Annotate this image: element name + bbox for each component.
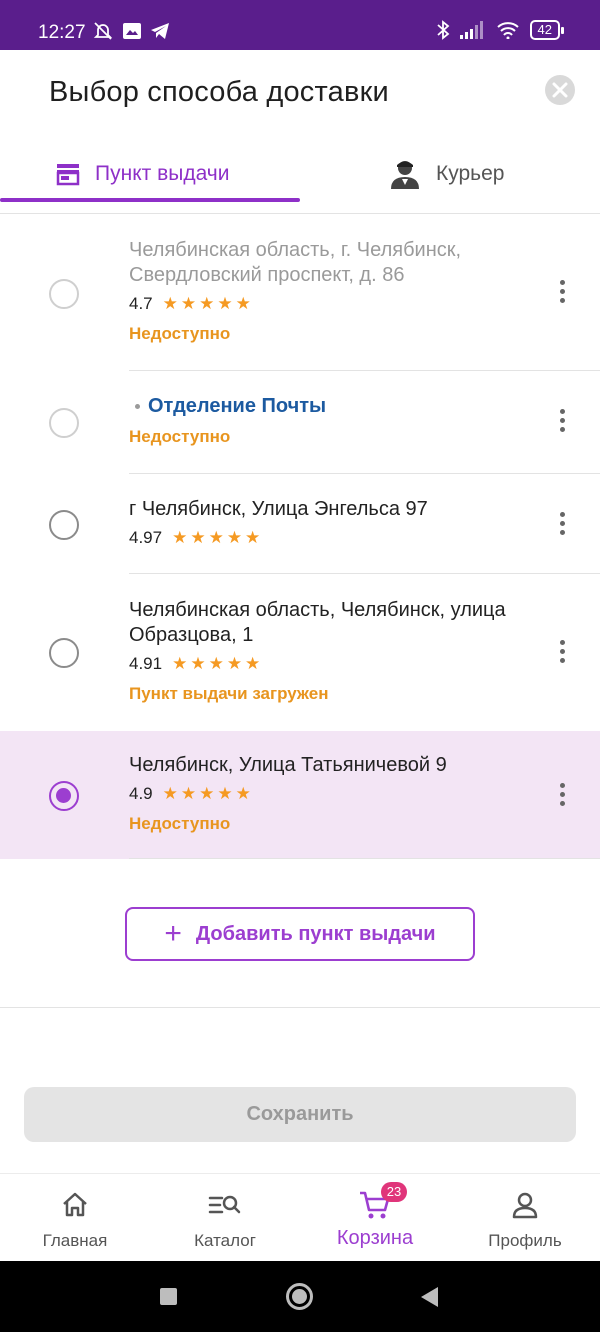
availability-status: Пункт выдачи загружен xyxy=(129,684,329,703)
nav-item-catalog[interactable]: Каталог xyxy=(150,1174,300,1262)
telegram-icon xyxy=(151,23,169,39)
nav-item-home[interactable]: Главная xyxy=(0,1174,150,1262)
availability-status: Недоступно xyxy=(129,324,231,343)
status-bar: 12:27 42 xyxy=(0,0,600,50)
rating-stars: ★★★★★ xyxy=(162,294,254,313)
tab-courier[interactable]: Курьер xyxy=(388,145,504,203)
more-options-icon[interactable] xyxy=(560,280,566,307)
sheet-header: Выбор способа доставки xyxy=(0,50,600,145)
signal-icon xyxy=(459,21,483,39)
radio-button[interactable] xyxy=(49,408,79,438)
nav-label: Корзина xyxy=(336,1227,414,1249)
nav-label: Главная xyxy=(42,1231,108,1250)
list-item[interactable]: Челябинская область, г. Челябинск, Сверд… xyxy=(0,214,600,371)
add-pickup-point-label: Добавить пункт выдачи xyxy=(195,922,436,945)
wifi-icon xyxy=(496,22,519,39)
list-item[interactable]: Челябинская область, Челябинск, улица Об… xyxy=(0,574,600,731)
availability-status: Недоступно xyxy=(129,427,231,446)
bottom-navigation: Главная Каталог 23 Корзина Профиль xyxy=(0,1173,600,1261)
post-office-title: Отделение Почты xyxy=(129,395,540,418)
save-button[interactable]: Сохранить xyxy=(24,1087,576,1142)
more-options-icon[interactable] xyxy=(560,640,566,667)
rating-value: 4.7 xyxy=(129,294,153,313)
list-item-selected[interactable]: Челябинск, Улица Татьяничевой 9 4.9 ★★★★… xyxy=(0,731,600,859)
bullet-icon xyxy=(135,404,140,409)
radio-button[interactable] xyxy=(49,638,79,668)
close-icon xyxy=(552,82,568,98)
catalog-search-icon xyxy=(208,1195,241,1214)
post-office-label: Отделение Почты xyxy=(148,395,327,417)
rating: 4.91 ★★★★★ xyxy=(129,654,540,674)
pickup-address: Челябинск, Улица Татьяничевой 9 xyxy=(129,754,447,776)
divider xyxy=(0,1007,600,1008)
tab-courier-label: Курьер xyxy=(436,162,505,185)
cart-count-badge: 23 xyxy=(381,1182,407,1202)
tab-pickup-label: Пункт выдачи xyxy=(95,162,230,185)
rating-value: 4.97 xyxy=(129,528,163,547)
nav-label: Каталог xyxy=(194,1231,256,1250)
rating-stars: ★★★★★ xyxy=(162,784,254,803)
list-item[interactable]: Отделение Почты Недоступно xyxy=(0,371,600,474)
rating: 4.7 ★★★★★ xyxy=(129,294,540,314)
recent-apps-icon[interactable] xyxy=(160,1288,177,1305)
divider xyxy=(129,858,600,859)
pickup-address: г Челябинск, Улица Энгельса 97 xyxy=(129,498,428,520)
list-item[interactable]: г Челябинск, Улица Энгельса 97 4.97 ★★★★… xyxy=(0,474,600,574)
rating-value: 4.91 xyxy=(129,654,163,673)
home-button-icon[interactable] xyxy=(286,1283,313,1310)
rating: 4.9 ★★★★★ xyxy=(129,784,540,804)
battery-indicator: 42 xyxy=(529,20,565,40)
nav-label: Профиль xyxy=(488,1231,562,1250)
mute-bell-icon xyxy=(93,22,113,40)
tab-pickup-point[interactable]: Пункт выдачи xyxy=(55,145,229,203)
delivery-tabs: Пункт выдачи Курьер xyxy=(0,145,600,203)
pickup-address: Челябинская область, Челябинск, улица Об… xyxy=(129,599,506,646)
rating: 4.97 ★★★★★ xyxy=(129,528,540,548)
radio-button-selected[interactable] xyxy=(49,781,79,811)
image-icon xyxy=(123,23,141,39)
more-options-icon[interactable] xyxy=(560,409,566,436)
status-time: 12:27 xyxy=(38,22,86,43)
more-options-icon[interactable] xyxy=(560,512,566,539)
nav-item-profile[interactable]: Профиль xyxy=(450,1174,600,1262)
courier-icon xyxy=(391,161,419,189)
radio-button[interactable] xyxy=(49,279,79,309)
bluetooth-icon xyxy=(436,20,449,40)
more-options-icon[interactable] xyxy=(560,783,566,810)
store-icon xyxy=(56,164,80,186)
availability-status: Недоступно xyxy=(129,814,231,833)
back-icon[interactable] xyxy=(421,1287,438,1307)
page-title: Выбор способа доставки xyxy=(49,76,389,108)
system-navigation-bar xyxy=(0,1261,600,1332)
close-button[interactable] xyxy=(545,75,575,105)
home-icon xyxy=(63,1192,87,1217)
profile-icon xyxy=(512,1192,538,1219)
add-pickup-point-button[interactable]: + Добавить пункт выдачи xyxy=(125,907,475,961)
plus-icon: + xyxy=(164,917,182,950)
nav-item-cart[interactable]: 23 Корзина xyxy=(300,1174,450,1262)
rating-value: 4.9 xyxy=(129,784,153,803)
pickup-address: Челябинская область, г. Челябинск, Сверд… xyxy=(129,239,462,286)
radio-button[interactable] xyxy=(49,510,79,540)
rating-stars: ★★★★★ xyxy=(172,528,264,547)
rating-stars: ★★★★★ xyxy=(172,654,264,673)
active-tab-indicator xyxy=(0,198,300,202)
